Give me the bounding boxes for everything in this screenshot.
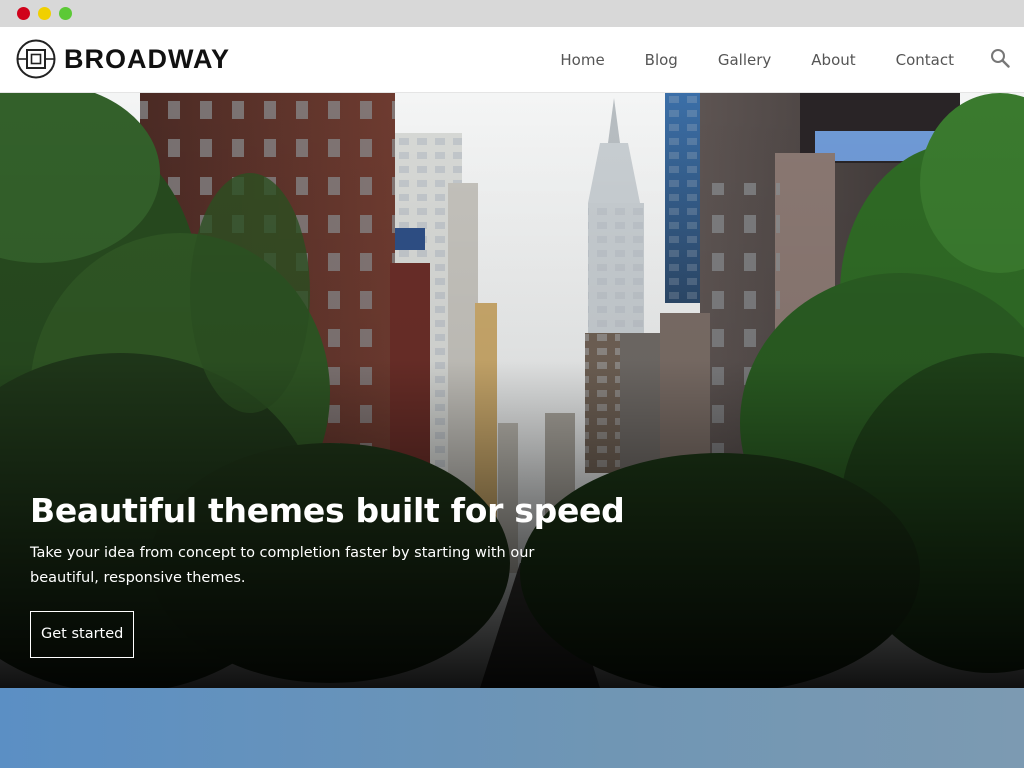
nav-blog[interactable]: Blog [645,27,678,93]
nav-about[interactable]: About [811,27,855,93]
hero-subtitle: Take your idea from concept to completio… [30,545,535,586]
site-header: BROADWAY Home Blog Gallery About Contact [0,27,1024,93]
hero-gradient-overlay [0,93,1024,688]
brand-logo[interactable]: BROADWAY [16,39,230,79]
close-window-button[interactable] [17,7,30,20]
search-icon[interactable] [990,48,1010,68]
next-section-strip [0,688,1024,768]
hero-title: Beautiful themes built for speed [30,491,625,530]
nav-contact[interactable]: Contact [896,27,954,93]
maximize-window-button[interactable] [59,7,72,20]
brand-name: BROADWAY [64,44,231,74]
hero-section: Beautiful themes built for speed Take yo… [0,93,1024,688]
website: BROADWAY Home Blog Gallery About Contact [0,27,1024,768]
nav-home[interactable]: Home [560,27,604,93]
minimize-window-button[interactable] [38,7,51,20]
get-started-button[interactable]: Get started [30,611,135,658]
main-nav: Home Blog Gallery About Contact [560,27,954,93]
square-target-logo-icon [16,39,56,79]
nav-gallery[interactable]: Gallery [718,27,771,93]
window-titlebar [0,0,1024,27]
